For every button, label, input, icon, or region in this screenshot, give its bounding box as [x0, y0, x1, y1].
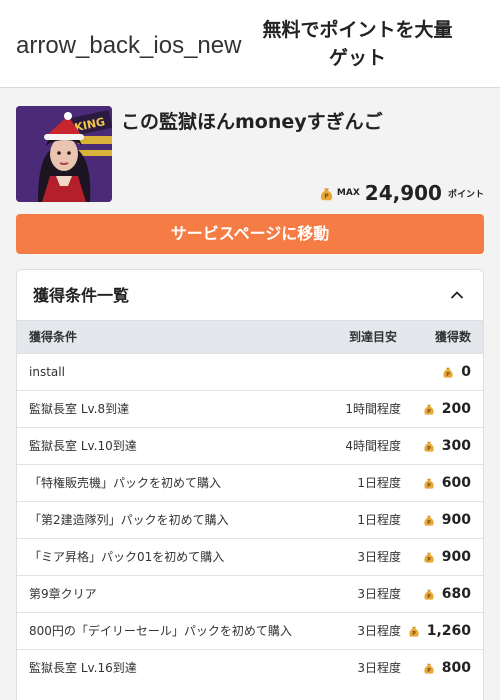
conditions-table-body: install P 0 監獄長室 Lv.8到達 1時間程度 P 200 監獄長室 Lv.10到… — [17, 353, 483, 686]
points-unit: ポイント — [447, 189, 484, 200]
table-row: 「ミア昇格」パック01を初めて購入 3日程度 P 900 — [17, 538, 483, 575]
svg-text:P: P — [427, 668, 431, 674]
app-header: arrow_back_ios_new 無料でポイントを大量ゲット — [0, 0, 500, 88]
svg-text:P: P — [427, 446, 431, 452]
coin-bag-icon: P — [424, 515, 434, 526]
row-time: 3日程度 — [357, 587, 401, 601]
game-character-thumbnail: KING — [16, 106, 112, 202]
coin-bag-icon: P — [424, 552, 434, 563]
row-condition: 「特権販売機」パックを初めて購入 — [29, 476, 222, 490]
row-points-value: 900 — [441, 549, 471, 565]
svg-text:P: P — [427, 409, 431, 415]
row-points: P 600 — [422, 465, 471, 501]
svg-text:P: P — [412, 631, 416, 637]
row-points: P 680 — [422, 576, 471, 612]
svg-text:P: P — [324, 193, 329, 200]
row-time: 4時間程度 — [345, 439, 401, 453]
svg-text:P: P — [427, 520, 431, 526]
row-points-value: 1,260 — [426, 623, 471, 639]
row-points-value: 200 — [441, 401, 471, 417]
row-points-value: 600 — [441, 475, 471, 491]
row-time: 3日程度 — [357, 661, 401, 675]
table-row: 監獄長室 Lv.16到達 3日程度 P 800 — [17, 649, 483, 686]
max-label: MAX — [336, 188, 360, 198]
row-points-value: 900 — [441, 512, 471, 528]
row-points: P 300 — [422, 428, 471, 464]
table-row: 監獄長室 Lv.10到達 4時間程度 P 300 — [17, 427, 483, 464]
game-card: KING この監獄ほんmoneyすぎんご P MAX 24,900 ポイント サ… — [0, 89, 500, 700]
svg-text:P: P — [427, 594, 431, 600]
conditions-panel: 獲得条件一覧 獲得条件 到達目安 獲得数 install P 0 監獄長室 Lv.8到… — [16, 269, 484, 700]
row-time: 1日程度 — [357, 476, 401, 490]
row-points-value: 680 — [441, 586, 471, 602]
row-time: 1日程度 — [357, 513, 401, 527]
table-header: 獲得条件 到達目安 獲得数 — [17, 320, 483, 353]
svg-text:P: P — [446, 372, 450, 378]
table-row: 監獄長室 Lv.8到達 1時間程度 P 200 — [17, 390, 483, 427]
row-time: 3日程度 — [357, 550, 401, 564]
coin-bag-icon: P — [424, 478, 434, 489]
coin-bag-icon: P — [424, 663, 434, 674]
row-condition: 監獄長室 Lv.8到達 — [29, 402, 130, 416]
conditions-header[interactable]: 獲得条件一覧 — [17, 270, 483, 320]
row-time: 3日程度 — [357, 624, 401, 638]
row-condition: install — [29, 365, 65, 379]
table-row: 「第2建造隊列」パックを初めて購入 1日程度 P 900 — [17, 501, 483, 538]
svg-text:P: P — [427, 483, 431, 489]
coin-bag-icon: P — [424, 441, 434, 452]
svg-text:P: P — [427, 557, 431, 563]
page-title: 無料でポイントを大量ゲット — [262, 19, 453, 69]
column-time: 到達目安 — [349, 330, 398, 344]
row-condition: 「第2建造隊列」パックを初めて購入 — [29, 513, 229, 527]
row-points-value: 0 — [461, 364, 471, 380]
chevron-up-icon[interactable] — [449, 287, 465, 303]
coin-bag-icon: P — [443, 367, 453, 378]
row-time: 1時間程度 — [345, 402, 401, 416]
row-points: P0 — [441, 354, 471, 390]
conditions-title: 獲得条件一覧 — [33, 286, 130, 305]
game-title: この監獄ほんmoneyすぎんご — [121, 111, 383, 133]
table-row: 「特権販売機」パックを初めて購入 1日程度 P 600 — [17, 464, 483, 501]
coin-bag-icon: P — [424, 404, 434, 415]
row-points-value: 800 — [441, 660, 471, 676]
table-row: 第9章クリア 3日程度 P 680 — [17, 575, 483, 612]
row-points: P 800 — [422, 650, 471, 686]
row-condition: 監獄長室 Lv.16到達 — [29, 661, 137, 675]
table-row: 800円の「デイリーセール」パックを初めて購入 3日程度 P 1,260 — [17, 612, 483, 649]
coin-bag-icon: P — [320, 187, 333, 200]
row-points: P 1,260 — [407, 613, 471, 649]
service-page-button[interactable]: サービスページに移動 — [16, 214, 484, 254]
column-points: 獲得数 — [434, 330, 471, 344]
row-points: P 900 — [422, 502, 471, 538]
max-points-value: 24,900 — [364, 181, 442, 205]
max-points: P MAX 24,900 ポイント — [318, 181, 484, 205]
row-condition: 監獄長室 Lv.10到達 — [29, 439, 137, 453]
row-points: P 200 — [422, 391, 471, 427]
row-condition: 第9章クリア — [29, 587, 97, 601]
back-button[interactable]: arrow_back_ios_new — [16, 30, 241, 62]
row-points-value: 300 — [441, 438, 471, 454]
coin-bag-icon: P — [424, 589, 434, 600]
row-condition: 800円の「デイリーセール」パックを初めて購入 — [29, 624, 292, 638]
coin-bag-icon: P — [409, 626, 419, 637]
row-condition: 「ミア昇格」パック01を初めて購入 — [29, 550, 225, 564]
column-condition: 獲得条件 — [29, 330, 78, 344]
table-row: install P 0 — [17, 353, 483, 390]
row-points: P 900 — [422, 539, 471, 575]
